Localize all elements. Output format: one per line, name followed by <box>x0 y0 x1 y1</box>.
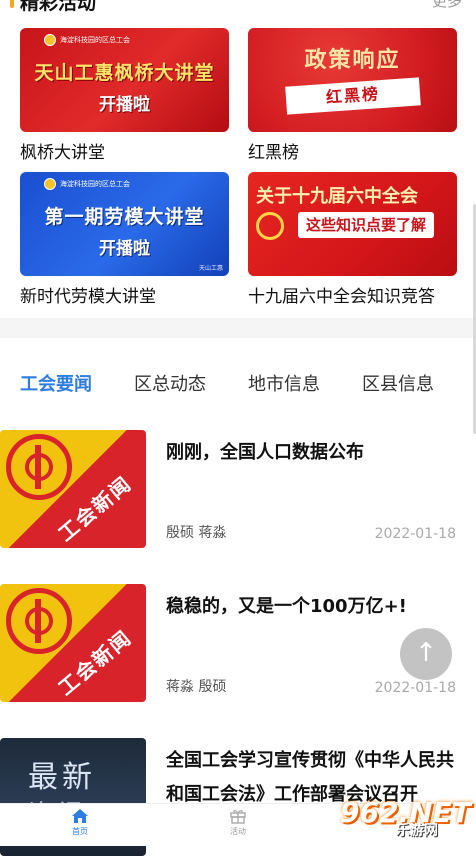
section-accent-bar <box>10 0 14 8</box>
news-date: 2022-01-18 <box>374 526 456 542</box>
tab-union-news[interactable]: 工会要闻 <box>20 370 92 396</box>
home-icon <box>72 809 88 823</box>
activity-banner: 海淀科技园的区总工会 天山工惠枫桥大讲堂 开播啦 <box>20 28 229 132</box>
watermark-sub: 乐游网 <box>396 823 438 839</box>
news-authors: 殷硕 蒋淼 <box>166 525 227 541</box>
union-emblem-icon <box>44 178 56 190</box>
banner-headline: 政策响应 <box>304 48 401 73</box>
activity-banner: 政策响应 红黑榜 <box>248 28 457 132</box>
activity-banner: 关于十九届六中全会 这些知识点要了解 <box>248 172 457 276</box>
news-item[interactable]: 工会新闻 刚刚，全国人口数据公布 殷硕 蒋淼 2022-01-18 <box>0 430 476 552</box>
activity-card-laomo[interactable]: 海淀科技园的区总工会 第一期劳模大讲堂 开播啦 天山工惠 新时代劳模大讲堂 <box>20 172 229 307</box>
union-logo-icon <box>6 434 72 500</box>
activity-caption: 枫桥大讲堂 <box>20 143 105 163</box>
section-divider <box>0 318 476 338</box>
tab-city-news[interactable]: 地市信息 <box>248 370 320 396</box>
union-emblem-icon <box>44 34 56 46</box>
news-date: 2022-01-18 <box>374 680 456 696</box>
back-to-top-button[interactable]: ↑ <box>400 628 452 680</box>
party-emblem-icon <box>256 212 284 240</box>
section-header: 精彩活动 更多 <box>0 0 476 14</box>
nav-label: 首页 <box>72 827 88 836</box>
activity-banner: 海淀科技园的区总工会 第一期劳模大讲堂 开播啦 天山工惠 <box>20 172 229 276</box>
nav-label: 活动 <box>230 827 246 836</box>
thumbnail-label: 最新 <box>28 760 96 795</box>
activity-card-quiz[interactable]: 关于十九届六中全会 这些知识点要了解 十九届六中全会知识竞答 <box>248 172 457 307</box>
news-authors: 蒋淼 殷硕 <box>166 679 227 695</box>
activity-caption: 新时代劳模大讲堂 <box>20 287 156 307</box>
banner-subline: 开播啦 <box>99 239 150 259</box>
activity-caption: 红黑榜 <box>248 143 299 163</box>
activity-caption: 十九届六中全会知识竞答 <box>248 287 435 307</box>
news-title: 稳稳的，又是一个100万亿+! <box>166 596 407 617</box>
news-title: 刚刚，全国人口数据公布 <box>166 442 364 463</box>
activity-card-fengqiao[interactable]: 海淀科技园的区总工会 天山工惠枫桥大讲堂 开播啦 枫桥大讲堂 <box>20 28 229 163</box>
activity-card-honghei[interactable]: 政策响应 红黑榜 红黑榜 <box>248 28 457 163</box>
banner-headline: 第一期劳模大讲堂 <box>44 206 205 228</box>
news-thumbnail: 工会新闻 <box>0 584 146 702</box>
section-title: 精彩活动 <box>20 0 97 14</box>
banner-subline: 开播啦 <box>99 95 150 115</box>
banner-subline: 这些知识点要了解 <box>298 212 435 238</box>
news-tabs: 工会要闻 区总动态 地市信息 区县信息 <box>0 356 476 412</box>
union-logo-icon <box>6 588 72 654</box>
site-watermark: 962.NET 乐游网 <box>340 796 472 844</box>
banner-org: 海淀科技园的区总工会 <box>60 36 130 44</box>
more-link[interactable]: 更多 <box>432 0 462 11</box>
news-thumbnail: 工会新闻 <box>0 430 146 548</box>
tab-district-news[interactable]: 区总动态 <box>134 370 206 396</box>
nav-item-activity[interactable]: 活动 <box>208 808 268 837</box>
banner-stamp: 天山工惠 <box>198 265 223 272</box>
banner-org: 海淀科技园的区总工会 <box>60 180 130 188</box>
banner-ribbon: 红黑榜 <box>285 77 421 115</box>
nav-item-home[interactable]: 首页 <box>50 808 110 837</box>
tab-county-news[interactable]: 区县信息 <box>362 370 434 396</box>
banner-headline: 关于十九届六中全会 <box>256 186 418 207</box>
gift-icon <box>230 810 246 824</box>
banner-headline: 天山工惠枫桥大讲堂 <box>34 62 215 84</box>
